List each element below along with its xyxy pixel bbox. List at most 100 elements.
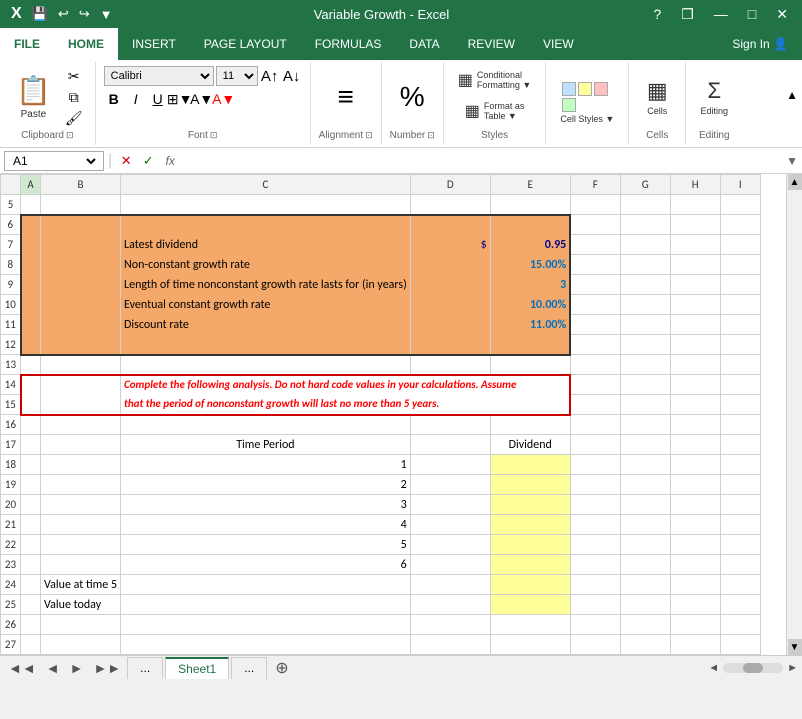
cell-e5[interactable] <box>490 195 570 215</box>
scroll-right-icon[interactable]: ► <box>787 662 798 674</box>
redo-icon[interactable]: ↪ <box>76 4 93 24</box>
cell-i24[interactable] <box>720 575 760 595</box>
cell-e9-val[interactable]: 3 <box>490 275 570 295</box>
cell-c7[interactable]: Latest dividend <box>121 235 411 255</box>
cell-g24[interactable] <box>620 575 670 595</box>
cell-i14[interactable] <box>720 375 760 395</box>
cell-i22[interactable] <box>720 535 760 555</box>
cell-a11[interactable] <box>21 315 41 335</box>
cell-d7-dollar[interactable]: $ <box>410 235 490 255</box>
cell-b9[interactable] <box>41 275 121 295</box>
col-header-a[interactable]: A <box>21 175 41 195</box>
cell-f11[interactable] <box>570 315 620 335</box>
tab-review[interactable]: REVIEW <box>454 28 529 60</box>
cell-i25[interactable] <box>720 595 760 615</box>
cell-d13[interactable] <box>410 355 490 375</box>
cell-f19[interactable] <box>570 475 620 495</box>
cell-a19[interactable] <box>21 475 41 495</box>
cell-i27[interactable] <box>720 635 760 655</box>
cell-h7[interactable] <box>670 235 720 255</box>
cell-a7[interactable] <box>21 235 41 255</box>
cell-c15[interactable]: that the period of nonconstant growth wi… <box>121 395 571 415</box>
tab-formulas[interactable]: FORMULAS <box>301 28 396 60</box>
cell-d23[interactable] <box>410 555 490 575</box>
cell-f22[interactable] <box>570 535 620 555</box>
cell-g11[interactable] <box>620 315 670 335</box>
cell-g23[interactable] <box>620 555 670 575</box>
cell-c13[interactable] <box>121 355 411 375</box>
tab-insert[interactable]: INSERT <box>118 28 190 60</box>
formula-expand-button[interactable]: ▼ <box>786 154 798 168</box>
cell-g13[interactable] <box>620 355 670 375</box>
tab-page-layout[interactable]: PAGE LAYOUT <box>190 28 301 60</box>
cell-f16[interactable] <box>570 415 620 435</box>
cell-d9[interactable] <box>410 275 490 295</box>
cell-e13[interactable] <box>490 355 570 375</box>
cell-b10[interactable] <box>41 295 121 315</box>
cell-f27[interactable] <box>570 635 620 655</box>
cell-d19[interactable] <box>410 475 490 495</box>
cell-i6[interactable] <box>720 215 760 235</box>
cell-e27[interactable] <box>490 635 570 655</box>
cell-i13[interactable] <box>720 355 760 375</box>
cell-i7[interactable] <box>720 235 760 255</box>
cell-e7-val[interactable]: 0.95 <box>490 235 570 255</box>
underline-button[interactable]: U <box>148 89 168 109</box>
cell-g7[interactable] <box>620 235 670 255</box>
format-painter-button[interactable]: 🖌 <box>61 108 87 128</box>
cell-e16[interactable] <box>490 415 570 435</box>
cell-e26[interactable] <box>490 615 570 635</box>
cell-b26[interactable] <box>41 615 121 635</box>
cell-g10[interactable] <box>620 295 670 315</box>
cell-e10-val[interactable]: 10.00% <box>490 295 570 315</box>
cell-a15[interactable] <box>21 395 41 415</box>
cell-f9[interactable] <box>570 275 620 295</box>
cancel-formula-icon[interactable]: ✕ <box>116 151 136 171</box>
cell-d27[interactable] <box>410 635 490 655</box>
cell-g8[interactable] <box>620 255 670 275</box>
cell-g22[interactable] <box>620 535 670 555</box>
cell-c14[interactable]: Complete the following analysis. Do not … <box>121 375 571 395</box>
cell-c17[interactable]: Time Period <box>121 435 411 455</box>
cell-g25[interactable] <box>620 595 670 615</box>
cell-c6[interactable] <box>121 215 411 235</box>
col-header-f[interactable]: F <box>570 175 620 195</box>
fill-color-button[interactable]: A▼ <box>192 89 212 109</box>
font-name-select[interactable]: Calibri <box>104 66 214 86</box>
cell-e21[interactable] <box>490 515 570 535</box>
editing-button[interactable]: Σ Editing <box>694 70 734 125</box>
cell-b19[interactable] <box>41 475 121 495</box>
cell-a25[interactable] <box>21 595 41 615</box>
cell-h23[interactable] <box>670 555 720 575</box>
cell-a22[interactable] <box>21 535 41 555</box>
cell-a16[interactable] <box>21 415 41 435</box>
format-as-table-button[interactable]: ▦ Format asTable ▼ <box>459 97 531 125</box>
cell-f18[interactable] <box>570 455 620 475</box>
cell-e17[interactable]: Dividend <box>490 435 570 455</box>
cell-d12[interactable] <box>410 335 490 355</box>
cut-button[interactable]: ✂ <box>61 66 87 86</box>
col-header-i[interactable]: I <box>720 175 760 195</box>
minimize-button[interactable]: — <box>708 4 734 24</box>
sheet-nav-last[interactable]: ►► <box>89 660 125 676</box>
cell-d24[interactable] <box>410 575 490 595</box>
cell-f15[interactable] <box>570 395 620 415</box>
cell-h6[interactable] <box>670 215 720 235</box>
cell-h26[interactable] <box>670 615 720 635</box>
increase-font-size-button[interactable]: A↑ <box>260 66 280 86</box>
col-header-c[interactable]: C <box>121 175 411 195</box>
cell-f20[interactable] <box>570 495 620 515</box>
cell-h20[interactable] <box>670 495 720 515</box>
cell-b17[interactable] <box>41 435 121 455</box>
cell-d18[interactable] <box>410 455 490 475</box>
cell-i12[interactable] <box>720 335 760 355</box>
help-button[interactable]: ? <box>647 4 667 24</box>
decrease-font-size-button[interactable]: A↓ <box>282 66 302 86</box>
cell-i21[interactable] <box>720 515 760 535</box>
save-icon[interactable]: 💾 <box>29 4 51 24</box>
border-button[interactable]: ⊞▼ <box>170 89 190 109</box>
cell-b8[interactable] <box>41 255 121 275</box>
cell-h15[interactable] <box>670 395 720 415</box>
cell-g6[interactable] <box>620 215 670 235</box>
restore-button[interactable]: ❐ <box>675 4 700 25</box>
